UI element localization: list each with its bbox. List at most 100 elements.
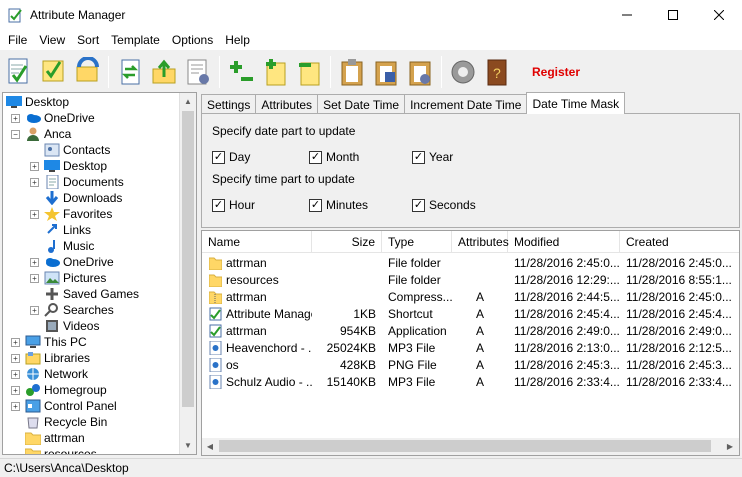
clipboard-button[interactable]: [335, 54, 369, 90]
folder-tree[interactable]: Desktop + OneDrive − Anca Contacts + Des…: [2, 92, 197, 455]
file-row[interactable]: attrman File folder 11/28/2016 2:45:0... 11…: [202, 255, 739, 272]
tree-item-pictures[interactable]: Pictures: [44, 270, 106, 286]
file-row[interactable]: Heavenchord - ... 25024KB MP3 File A 11/28/2…: [202, 340, 739, 357]
menu-help[interactable]: Help: [219, 30, 256, 50]
tree-item-documents[interactable]: Documents: [44, 174, 124, 190]
menu-options[interactable]: Options: [166, 30, 219, 50]
file-size: 954KB: [339, 324, 376, 338]
tab-date-time-mask[interactable]: Date Time Mask: [526, 92, 626, 114]
tree-item-links[interactable]: Links: [44, 222, 91, 238]
day-checkbox[interactable]: ✓ Day: [212, 150, 250, 164]
apply-attributes-button[interactable]: [2, 54, 36, 90]
tree-expander[interactable]: +: [11, 354, 20, 363]
column-header-size[interactable]: Size: [312, 231, 382, 253]
file-created: 11/28/2016 2:45:0...: [626, 290, 732, 304]
tab-attributes[interactable]: Attributes: [255, 94, 319, 114]
tree-item-searches[interactable]: Searches: [44, 302, 114, 318]
minutes-checkbox[interactable]: ✓ Minutes: [309, 198, 368, 212]
tree-item-recycle-bin[interactable]: Recycle Bin: [25, 414, 107, 430]
scroll-down-arrow[interactable]: ▼: [180, 437, 196, 453]
menu-file[interactable]: File: [2, 30, 33, 50]
tree-item-music[interactable]: Music: [44, 238, 94, 254]
tree-item-desktop-root[interactable]: Desktop: [6, 94, 69, 110]
settings-list-button[interactable]: [181, 54, 215, 90]
tree-expander[interactable]: +: [11, 386, 20, 395]
minimize-button[interactable]: [604, 0, 650, 30]
tree-expander[interactable]: +: [11, 370, 20, 379]
tree-item-onedrive-user[interactable]: OneDrive: [44, 254, 114, 270]
month-checkbox[interactable]: ✓ Month: [309, 150, 359, 164]
column-header-name[interactable]: Name: [202, 231, 312, 253]
options-button[interactable]: [446, 54, 480, 90]
tree-item-network[interactable]: Network: [25, 366, 88, 382]
tree-item-control-panel[interactable]: Control Panel: [25, 398, 117, 414]
help-button[interactable]: ?: [480, 54, 514, 90]
file-row[interactable]: Schulz Audio - ... 15140KB MP3 File A 11/28/…: [202, 374, 739, 391]
tree-expander[interactable]: +: [30, 274, 39, 283]
column-header-type[interactable]: Type: [382, 231, 452, 253]
scroll-thumb[interactable]: [182, 111, 194, 407]
tree-item-this-pc[interactable]: This PC: [25, 334, 87, 350]
edit-attributes-icon: [42, 60, 64, 82]
tree-expander[interactable]: +: [30, 162, 39, 171]
file-row[interactable]: Attribute Manager 1KB Shortcut A 11/28/2016 …: [202, 306, 739, 323]
tree-expander[interactable]: +: [11, 114, 20, 123]
tree-expander[interactable]: +: [30, 258, 39, 267]
menu-template[interactable]: Template: [105, 30, 166, 50]
seconds-checkbox[interactable]: ✓ Seconds: [412, 198, 476, 212]
column-header-attributes[interactable]: Attributes: [452, 231, 509, 253]
file-row[interactable]: attrman 954KB Application A 11/28/2016 2:49:…: [202, 323, 739, 340]
scroll-thumb[interactable]: [219, 440, 711, 452]
save-template-button[interactable]: [369, 54, 403, 90]
add-template-button[interactable]: [258, 54, 292, 90]
menu-sort[interactable]: Sort: [71, 30, 105, 50]
tree-expander[interactable]: +: [11, 402, 20, 411]
tree-item-videos[interactable]: Videos: [44, 318, 99, 334]
tree-item-anca[interactable]: Anca: [25, 126, 71, 142]
close-button[interactable]: [696, 0, 742, 30]
refresh-button[interactable]: [70, 54, 104, 90]
scroll-left-arrow[interactable]: ◀: [202, 438, 218, 454]
hour-checkbox[interactable]: ✓ Hour: [212, 198, 255, 212]
tree-item-contacts[interactable]: Contacts: [44, 142, 110, 158]
tab-settings[interactable]: Settings: [201, 94, 257, 114]
edit-attributes-button[interactable]: [36, 54, 70, 90]
tree-item-saved-games[interactable]: Saved Games: [44, 286, 139, 302]
tree-item-attrman[interactable]: attrman: [25, 430, 85, 446]
menu-view[interactable]: View: [33, 30, 71, 50]
column-header-created[interactable]: Created: [620, 231, 739, 253]
tree-expander[interactable]: −: [11, 130, 20, 139]
file-row[interactable]: resources File folder 11/28/2016 12:29:...…: [202, 272, 739, 289]
register-link[interactable]: Register: [532, 65, 580, 79]
tree-item-libraries[interactable]: Libraries: [25, 350, 90, 366]
clipboard-settings-button[interactable]: [403, 54, 437, 90]
maximize-button[interactable]: [650, 0, 696, 30]
tab-increment-date-time[interactable]: Increment Date Time: [404, 94, 528, 114]
tree-item-resources[interactable]: resources: [25, 446, 97, 454]
file-row[interactable]: attrman Compress... A 11/28/2016 2:44:5... 1…: [202, 289, 739, 306]
tree-item-downloads[interactable]: Downloads: [44, 190, 122, 206]
add-remove-button[interactable]: [224, 54, 258, 90]
tree-expander[interactable]: +: [30, 306, 39, 315]
switch-button[interactable]: [113, 54, 147, 90]
file-list[interactable]: Name Size Type Attributes Modified Creat…: [201, 230, 740, 456]
year-checkbox[interactable]: ✓ Year: [412, 150, 453, 164]
tree-expander[interactable]: +: [11, 338, 20, 347]
scroll-up-arrow[interactable]: ▲: [180, 93, 196, 109]
minimize-icon: [622, 14, 632, 16]
tree-item-onedrive[interactable]: OneDrive: [25, 110, 95, 126]
column-header-modified[interactable]: Modified: [508, 231, 620, 253]
tree-expander[interactable]: +: [30, 210, 39, 219]
remove-template-icon: [299, 62, 320, 86]
up-folder-button[interactable]: [147, 54, 181, 90]
tree-item-favorites[interactable]: Favorites: [44, 206, 112, 222]
file-row[interactable]: os 428KB PNG File A 11/28/2016 2:45:3... 11/2…: [202, 357, 739, 374]
tab-set-date-time[interactable]: Set Date Time: [317, 94, 406, 114]
horizontal-scrollbar[interactable]: ◀ ▶: [202, 438, 739, 455]
remove-template-button[interactable]: [292, 54, 326, 90]
tree-expander[interactable]: +: [30, 178, 39, 187]
tree-item-desktop[interactable]: Desktop: [44, 158, 107, 174]
tree-vertical-scrollbar[interactable]: ▲ ▼: [179, 93, 196, 454]
scroll-right-arrow[interactable]: ▶: [722, 438, 738, 454]
tree-item-homegroup[interactable]: Homegroup: [25, 382, 107, 398]
